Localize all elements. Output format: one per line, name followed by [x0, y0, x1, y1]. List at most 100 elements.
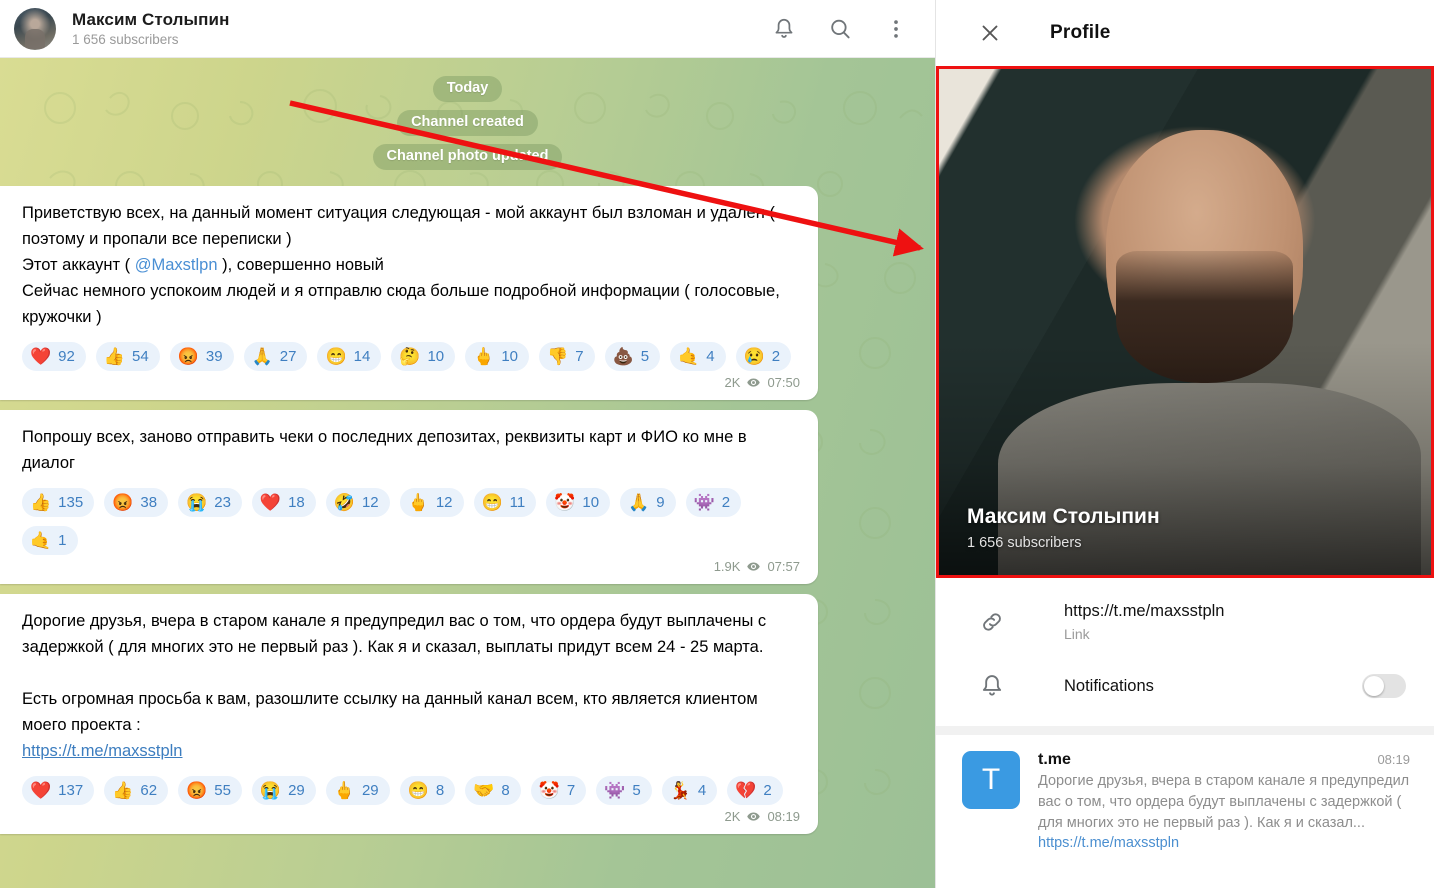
profile-header: Profile [936, 0, 1434, 66]
message-text: Дорогие друзья, вчера в старом канале я … [22, 608, 800, 764]
chat-column: Максим Столыпин 1 656 subscribers Today … [0, 0, 935, 888]
reaction-chip[interactable]: 💔 2 [727, 776, 783, 805]
message-text: Попрошу всех, заново отправить чеки о по… [22, 424, 800, 476]
notifications-label: Notifications [1064, 677, 1154, 695]
bell-icon[interactable] [771, 16, 797, 42]
middle-finger-icon: 🖕 [333, 781, 355, 800]
message-line: Попрошу всех, заново отправить чеки о по… [22, 428, 747, 472]
dancer-icon: 💃 [669, 781, 691, 800]
eye-icon [746, 809, 761, 824]
reactions-row: 👍 135 😡 38 😭 23 ❤️ 18 🤣 12 🖕 12 😁 11 🤡 10 🙏 9 👾 2 … [22, 488, 800, 555]
reactions-row: ❤️ 92 👍 54 😡 39 🙏 27 😁 14 🤔 10 🖕 10 👎 7 💩 5 🤙 4 😢 2 [22, 342, 800, 371]
reaction-chip[interactable]: 👎 7 [539, 342, 595, 371]
reaction-chip[interactable]: 💩 5 [604, 342, 661, 371]
shared-link-body: t.me 08:19 Дорогие друзья, вчера в старо… [1038, 751, 1410, 851]
chat-header-texts[interactable]: Максим Столыпин 1 656 subscribers [72, 9, 771, 49]
reaction-chip[interactable]: 😡 38 [104, 488, 169, 517]
reaction-chip[interactable]: 💃 4 [661, 776, 718, 805]
middle-finger-icon: 🖕 [407, 493, 429, 512]
more-vertical-icon[interactable] [883, 16, 909, 42]
broken-heart-icon: 💔 [735, 781, 757, 800]
profile-row-link[interactable]: https://t.me/maxsstpln Link [936, 590, 1434, 654]
alien-monster-icon: 👾 [604, 781, 626, 800]
message-line: Этот аккаунт ( @Maxstlpn ), совершенно н… [22, 256, 384, 274]
shared-link-description: Дорогие друзья, вчера в старом канале я … [1038, 773, 1410, 831]
reaction-chip[interactable]: 😭 29 [251, 776, 316, 805]
message-paragraph-gap [22, 660, 800, 686]
message-list: Приветствую всех, на данный момент ситуа… [0, 170, 935, 834]
shared-link-title: t.me [1038, 751, 1071, 768]
reaction-chip[interactable]: 🤙 1 [22, 526, 78, 555]
reaction-chip[interactable]: 🤔 10 [391, 342, 456, 371]
notifications-toggle[interactable] [1362, 674, 1406, 698]
chat-header-actions [771, 16, 921, 42]
reaction-chip[interactable]: 🙏 27 [243, 342, 308, 371]
folded-hands-icon: 🙏 [628, 493, 650, 512]
reaction-chip[interactable]: 😡 55 [178, 776, 242, 805]
reaction-chip[interactable]: 😢 2 [735, 342, 792, 371]
reaction-chip[interactable]: 👍 135 [22, 488, 95, 517]
clown-face-icon: 🤡 [554, 493, 576, 512]
thinking-face-icon: 🤔 [399, 347, 421, 366]
profile-link-value[interactable]: https://t.me/maxsstpln [1064, 600, 1406, 622]
eye-icon [746, 559, 761, 574]
shared-link-item[interactable]: T t.me 08:19 Дорогие друзья, вчера в ста… [936, 735, 1434, 851]
message-bubble[interactable]: Попрошу всех, заново отправить чеки о по… [0, 410, 818, 584]
loudly-crying-face-icon: 😭 [186, 493, 208, 512]
close-icon[interactable] [978, 21, 1002, 45]
folded-hands-icon: 🙏 [251, 347, 273, 366]
reaction-chip[interactable]: 🖕 10 [465, 342, 530, 371]
reaction-chip[interactable]: 🖕 29 [325, 776, 390, 805]
reaction-chip[interactable]: 👍 54 [95, 342, 160, 371]
reaction-chip[interactable]: 😁 8 [399, 776, 456, 805]
profile-photo[interactable]: Максим Столыпин 1 656 subscribers [936, 66, 1434, 578]
reaction-chip[interactable]: ❤️ 18 [251, 488, 316, 517]
angry-face-icon: 😡 [112, 493, 134, 512]
profile-photo-name: Максим Столыпин [967, 505, 1160, 528]
reaction-chip[interactable]: 👍 62 [104, 776, 169, 805]
message-line: Сейчас немного успокоим людей и я отправ… [22, 282, 780, 326]
message-text: Приветствую всех, на данный момент ситуа… [22, 200, 800, 330]
reaction-chip[interactable]: 🤝 8 [465, 776, 521, 805]
reaction-chip[interactable]: 👾 2 [685, 488, 742, 517]
profile-row-body: Notifications [1064, 675, 1362, 697]
reaction-chip[interactable]: 😭 23 [178, 488, 242, 517]
call-me-hand-icon: 🤙 [30, 531, 52, 550]
reaction-chip[interactable]: 🤡 7 [530, 776, 587, 805]
message-time: 08:19 [767, 809, 800, 824]
message-bubble[interactable]: Приветствую всех, на данный момент ситуа… [0, 186, 818, 400]
thumbs-down-icon: 👎 [547, 347, 569, 366]
reaction-chip[interactable]: 👾 5 [596, 776, 652, 805]
chat-body[interactable]: Today Channel created Channel photo upda… [0, 58, 935, 888]
channel-avatar[interactable] [14, 7, 56, 50]
reaction-chip[interactable]: 🤣 12 [325, 488, 390, 517]
message-meta: 2K 08:19 [22, 809, 800, 824]
message-bubble[interactable]: Дорогие друзья, вчера в старом канале я … [0, 594, 818, 834]
message-line: Дорогие друзья, вчера в старом канале я … [22, 612, 767, 656]
view-count: 2K [724, 375, 741, 390]
reaction-chip[interactable]: 🖕 12 [399, 488, 464, 517]
rolling-on-floor-laughing-icon: 🤣 [333, 493, 355, 512]
reaction-chip[interactable]: 😁 14 [317, 342, 382, 371]
shared-link-header: t.me 08:19 [1038, 751, 1410, 769]
profile-row-notifications[interactable]: Notifications [936, 654, 1434, 718]
profile-row-body: https://t.me/maxsstpln Link [1064, 600, 1406, 644]
search-icon[interactable] [827, 16, 853, 42]
grinning-face-icon: 😁 [481, 493, 503, 512]
reaction-chip[interactable]: 🙏 9 [620, 488, 676, 517]
reaction-chip[interactable]: ❤️ 137 [22, 776, 95, 805]
profile-link-label: Link [1064, 626, 1090, 642]
middle-finger-icon: 🖕 [473, 347, 495, 366]
reaction-chip[interactable]: 🤡 10 [546, 488, 611, 517]
reaction-chip[interactable]: 🤙 4 [670, 342, 726, 371]
angry-face-icon: 😡 [177, 347, 199, 366]
message-url-link[interactable]: https://t.me/maxsstpln [22, 742, 182, 760]
reaction-chip[interactable]: ❤️ 92 [22, 342, 86, 371]
thumbs-up-icon: 👍 [30, 493, 52, 512]
reaction-chip[interactable]: 😡 39 [169, 342, 234, 371]
mention-link[interactable]: @Maxstlpn [135, 256, 218, 274]
reaction-chip[interactable]: 😁 11 [473, 488, 537, 517]
shared-link-url[interactable]: https://t.me/maxsstpln [1038, 835, 1410, 851]
profile-section-divider [936, 726, 1434, 735]
message-time: 07:57 [767, 559, 800, 574]
